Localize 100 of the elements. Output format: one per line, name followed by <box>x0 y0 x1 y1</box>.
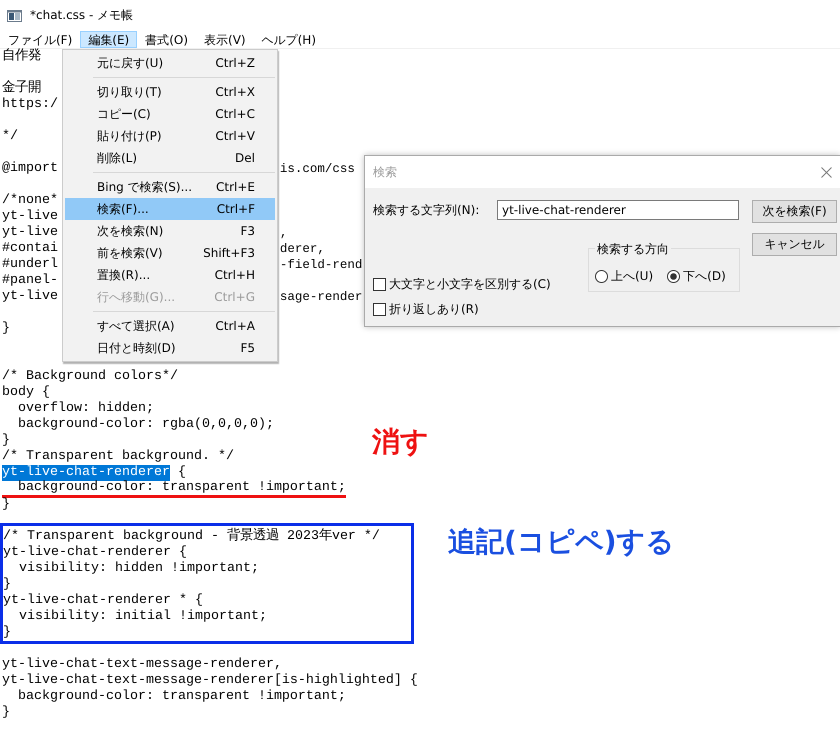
code-line: #contai <box>2 241 58 256</box>
code-line: https:/ <box>2 97 58 113</box>
code-line: overflow: hidden; <box>16 401 154 417</box>
menu-label: 切り取り(T) <box>97 84 162 100</box>
code-line: yt-live-chat-renderer { <box>3 545 187 561</box>
code-line: sage-render <box>280 289 362 305</box>
dialog-button[interactable]: 次を検索(F) <box>752 200 837 223</box>
code-line: #underl <box>2 257 58 272</box>
menu-label: コピー(C) <box>97 106 151 122</box>
code-line: background-color: rgba(0,0,0,0); <box>16 417 274 433</box>
code-line: } <box>2 497 10 513</box>
code-line: yt-live <box>2 209 58 225</box>
field-label: 検索する文字列(N): <box>373 202 480 218</box>
code-line: yt-live <box>2 289 58 304</box>
selected-text: yt-live-chat-renderer <box>2 465 170 481</box>
code-line: yt-live <box>2 225 58 240</box>
shortcut-text: Ctrl+V <box>215 129 255 143</box>
code-line: background-color: transparent !important; <box>16 689 346 705</box>
code-line: } <box>2 705 10 721</box>
checkbox-label: 大文字と小文字を区別する(C) <box>389 276 551 293</box>
checkbox[interactable] <box>373 303 386 316</box>
code-line: 自作発 <box>2 49 41 65</box>
shortcut-text: Ctrl+E <box>216 180 255 194</box>
checkbox[interactable] <box>373 278 386 291</box>
menu-label: 貼り付け(P) <box>97 128 162 144</box>
code-line: -field-rend <box>280 257 362 273</box>
code-line: is.com/css <box>280 161 355 177</box>
shortcut-text: F5 <box>240 341 255 355</box>
shortcut-text: Ctrl+G <box>214 290 255 304</box>
menu-item[interactable]: コピー(C) Ctrl+C <box>65 103 275 125</box>
menu-item[interactable]: 表示(V) <box>196 31 254 48</box>
radio-label: 上へ(U) <box>611 268 654 285</box>
code-line: /* Background colors*/ <box>2 369 178 385</box>
group-label: 検索する方向 <box>595 241 671 258</box>
shortcut-text: Ctrl+X <box>215 85 255 99</box>
dialog-button[interactable]: キャンセル <box>752 233 837 256</box>
shortcut-text: Del <box>235 151 255 165</box>
menu-item[interactable]: 元に戻す(U) Ctrl+Z <box>65 52 275 74</box>
code-line: { <box>176 465 186 481</box>
code-line: /*none* <box>2 193 58 209</box>
checkbox-label: 折り返しあり(R) <box>389 301 479 318</box>
menu-label: 行へ移動(G)... <box>97 288 176 306</box>
menu-item[interactable]: 置換(R)... Ctrl+H <box>65 264 275 286</box>
menu-label: すべて選択(A) <box>97 318 175 334</box>
menu-label: 削除(L) <box>97 150 138 166</box>
code-line: #panel- <box>2 273 58 289</box>
code-line: yt-live-chat-renderer * { <box>3 593 203 609</box>
menu-item[interactable]: 切り取り(T) Ctrl+X <box>65 81 275 103</box>
radio-button[interactable] <box>667 270 680 283</box>
code-line: visibility: hidden !important; <box>18 561 259 577</box>
annotation-text: 消す <box>372 428 429 456</box>
menu-item[interactable]: すべて選択(A) Ctrl+A <box>65 315 275 337</box>
code-line: derer, <box>280 241 325 257</box>
shortcut-text: Shift+F3 <box>203 246 255 260</box>
menu-label: 検索(F)... <box>97 200 149 218</box>
menu-item[interactable]: Bing で検索(S)... Ctrl+E <box>65 176 275 198</box>
menu-item[interactable]: 次を検索(N) F3 <box>65 220 275 242</box>
menu-item[interactable]: 日付と時刻(D) F5 <box>65 337 275 359</box>
menu-item[interactable]: 削除(L) Del <box>65 147 275 169</box>
code-line: } <box>2 433 10 449</box>
code-line: yt-live-chat-text-message-renderer[is-highlighted] { <box>2 673 418 689</box>
menu-label: 日付と時刻(D) <box>97 340 176 356</box>
code-line: } <box>3 625 11 641</box>
code-line: /* Transparent background - 背景透過 2023年ver */ <box>3 529 380 545</box>
radio-button[interactable] <box>595 270 608 283</box>
close-icon[interactable] <box>821 166 832 178</box>
shortcut-text: Ctrl+H <box>214 268 255 282</box>
radio-label: 下へ(D) <box>683 268 726 285</box>
menu-item[interactable]: 貼り付け(P) Ctrl+V <box>65 125 275 147</box>
notepad-icon <box>7 10 22 22</box>
code-line: visibility: initial !important; <box>18 609 267 625</box>
shortcut-text: Ctrl+F <box>216 202 255 216</box>
code-line: body { <box>2 385 50 401</box>
dialog-title: 検索 <box>373 164 397 180</box>
code-line: } <box>2 321 10 337</box>
shortcut-text: Ctrl+C <box>215 107 255 121</box>
code-line: @import <box>2 161 58 176</box>
annotation-text: 追記(コピペ)する <box>448 528 675 556</box>
window-title: *chat.css - メモ帳 <box>30 7 134 24</box>
menu-item[interactable]: ヘルプ(H) <box>254 31 324 48</box>
search-field[interactable]: yt-live-chat-renderer <box>497 200 739 220</box>
menu-label: Bing で検索(S)... <box>97 178 192 196</box>
shortcut-text: Ctrl+Z <box>215 56 255 70</box>
shortcut-text: Ctrl+A <box>215 319 255 333</box>
code-line: } <box>3 577 11 593</box>
shortcut-text: F3 <box>240 224 255 238</box>
underlined-code-line: background-color: transparent !important; <box>2 481 346 498</box>
code-line: , <box>280 225 288 241</box>
menu-item[interactable]: 書式(O) <box>137 31 196 48</box>
code-line: */ <box>2 129 18 145</box>
menu-label: 前を検索(V) <box>97 244 163 262</box>
code-line: yt-live-chat-text-message-renderer, <box>2 657 282 673</box>
menu-item[interactable]: 前を検索(V) Shift+F3 <box>65 242 275 264</box>
menu-item[interactable]: 検索(F)... Ctrl+F <box>65 198 275 220</box>
menu-label: 次を検索(N) <box>97 222 164 240</box>
menu-item[interactable]: ファイル(F) <box>0 31 80 48</box>
menu-item[interactable]: 編集(E) <box>80 31 138 48</box>
code-line: 金子開 <box>2 81 41 97</box>
menu-label: 元に戻す(U) <box>97 54 164 72</box>
menu-label: 置換(R)... <box>97 266 150 284</box>
